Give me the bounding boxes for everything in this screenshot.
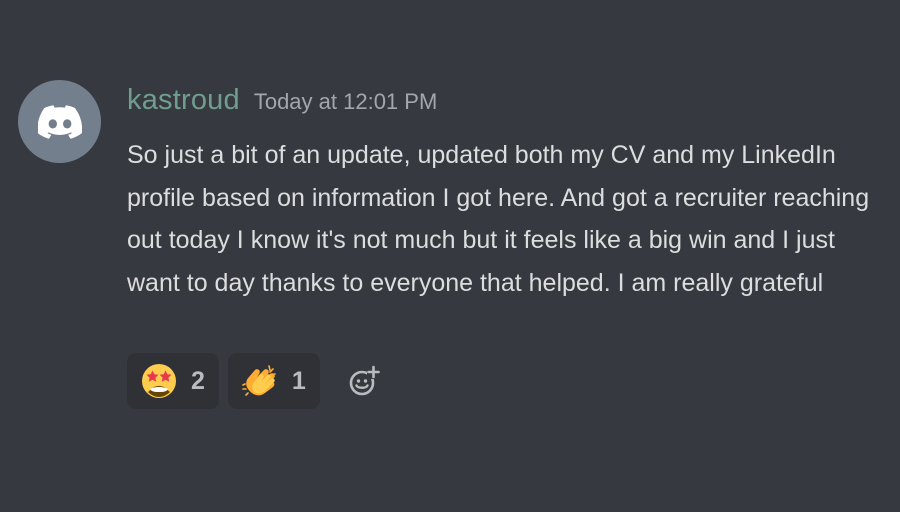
- message-content: kastroud Today at 12:01 PM So just a bit…: [127, 84, 887, 304]
- timestamp[interactable]: Today at 12:01 PM: [254, 89, 437, 115]
- star-struck-emoji-icon: [142, 364, 176, 398]
- chat-message: kastroud Today at 12:01 PM So just a bit…: [0, 0, 900, 512]
- add-reaction-button[interactable]: [347, 364, 381, 398]
- message-text: So just a bit of an update, updated both…: [127, 141, 870, 297]
- message-header: kastroud Today at 12:01 PM: [127, 84, 887, 128]
- clapping-hands-emoji-icon: [242, 365, 276, 396]
- reaction-count: 2: [191, 366, 205, 395]
- avatar[interactable]: [18, 80, 101, 163]
- reaction-star-struck[interactable]: 2: [127, 353, 219, 409]
- reaction-clapping-hands[interactable]: 1: [227, 353, 320, 409]
- reaction-count: 1: [291, 366, 306, 395]
- discord-logo-icon: [37, 104, 82, 139]
- add-reaction-icon: [349, 365, 380, 396]
- username[interactable]: kastroud: [127, 84, 240, 117]
- reactions-bar: 2 1: [127, 353, 381, 409]
